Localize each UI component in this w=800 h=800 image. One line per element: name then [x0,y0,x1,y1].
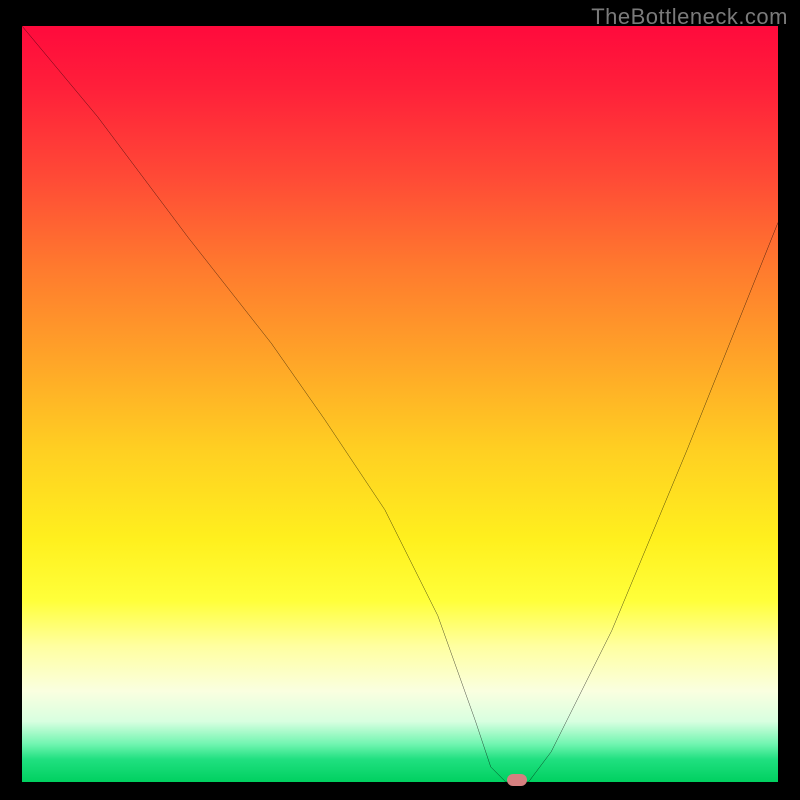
curve-path [22,26,778,782]
watermark-text: TheBottleneck.com [591,4,788,30]
optimal-point-marker [507,774,527,786]
bottleneck-curve [22,26,778,782]
plot-area [22,26,778,782]
